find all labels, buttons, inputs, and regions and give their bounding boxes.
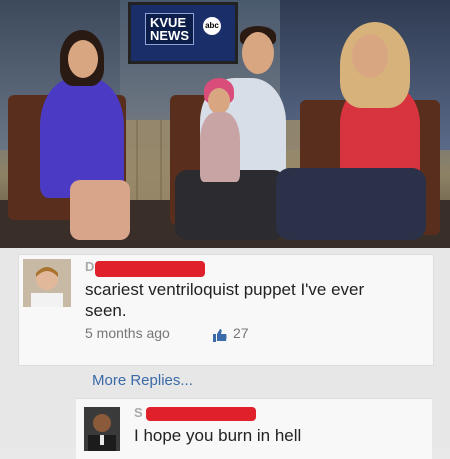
news-logo: KVUE NEWS [145, 13, 194, 45]
news-video-frame: KVUE NEWS abc [0, 0, 450, 248]
child-head [208, 88, 230, 114]
thumbs-up-icon[interactable] [213, 328, 227, 342]
more-replies-link[interactable]: More Replies... [92, 372, 193, 389]
like-count: 27 [233, 325, 249, 341]
woman-legs [276, 168, 426, 240]
commenter-avatar[interactable] [23, 259, 71, 307]
reply-name-redaction [146, 407, 256, 421]
comments-section: D scariest ventriloquist puppet I've eve… [0, 248, 450, 459]
man-head [242, 32, 274, 74]
woman-head [352, 34, 388, 78]
comment-text: scariest ventriloquist puppet I've ever … [85, 280, 365, 320]
reply-text: I hope you burn in hell [134, 426, 302, 445]
network-logo: abc [203, 17, 221, 35]
comment-card: D scariest ventriloquist puppet I've eve… [18, 254, 434, 366]
child-dress [200, 112, 240, 182]
studio-monitor: KVUE NEWS abc [128, 2, 238, 64]
name-redaction [95, 261, 205, 277]
commenter-name[interactable]: D [85, 259, 94, 274]
anchor-legs [70, 180, 130, 240]
reply-card: S I hope you burn in hell [76, 398, 432, 459]
comment-timestamp: 5 months ago [85, 325, 170, 341]
anchor-head [68, 40, 98, 78]
reply-author-name[interactable]: S [134, 405, 143, 420]
reply-avatar[interactable] [84, 407, 120, 451]
